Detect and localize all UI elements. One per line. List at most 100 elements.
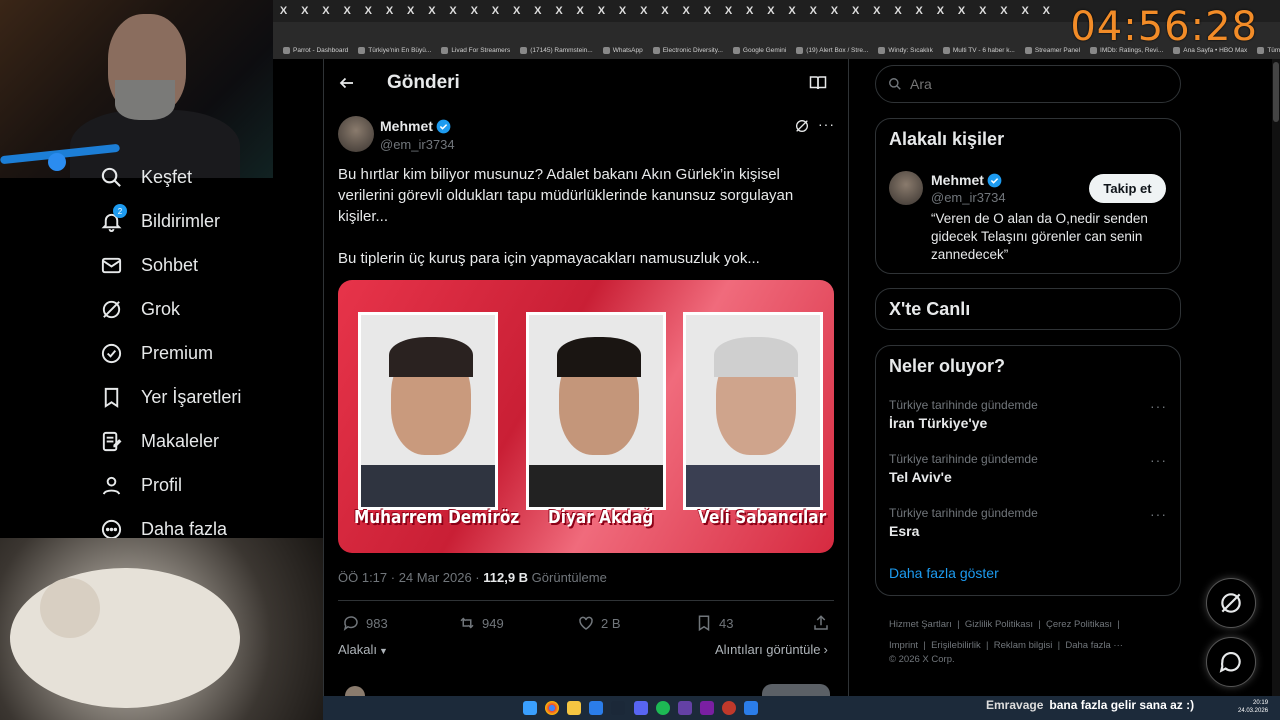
browser-tab[interactable]: X <box>760 0 781 22</box>
bookmark-item[interactable]: Tüm Yer İşaretleri <box>1257 47 1280 54</box>
bookmark-item[interactable]: (17145) Rammstein... <box>520 47 593 54</box>
nav-item-articles[interactable]: Makaleler <box>100 430 219 453</box>
browser-tab[interactable]: X <box>400 0 421 22</box>
search-input[interactable] <box>910 76 1150 92</box>
browser-tab[interactable]: X <box>930 0 951 22</box>
nav-item-profile[interactable]: Profil <box>100 474 182 497</box>
related-dropdown[interactable]: Alakalı ▼ <box>338 642 388 657</box>
browser-tab[interactable]: X <box>824 0 845 22</box>
nav-item-bookmarks[interactable]: Yer İşaretleri <box>100 386 241 409</box>
footer-link[interactable]: Erişilebilirlik <box>931 640 981 651</box>
app-icon[interactable] <box>700 701 714 715</box>
browser-tab[interactable]: X <box>633 0 654 22</box>
browser-tab[interactable]: X <box>315 0 336 22</box>
trend-item[interactable]: Türkiye tarihinde gündemde Esra <box>889 506 1038 539</box>
trend-more-icon[interactable]: ··· <box>1150 506 1167 522</box>
bookmark-item[interactable]: Parrot - Dashboard <box>283 47 348 54</box>
scrollbar-thumb[interactable] <box>1273 62 1279 122</box>
footer-link[interactable]: Hizmet Şartları <box>889 619 952 630</box>
browser-tab[interactable]: X <box>421 0 442 22</box>
bookmark-item[interactable]: Google Gemini <box>732 47 786 54</box>
browser-tab[interactable]: X <box>887 0 908 22</box>
chrome-icon[interactable] <box>545 701 559 715</box>
footer-link[interactable]: Gizlilik Politikası <box>965 619 1033 630</box>
windows-start-icon[interactable] <box>523 701 537 715</box>
folder-icon[interactable] <box>567 701 581 715</box>
browser-tab[interactable]: X <box>548 0 569 22</box>
trend-item[interactable]: Türkiye tarihinde gündemde Tel Aviv'e <box>889 452 1038 485</box>
search-bar[interactable] <box>875 65 1181 103</box>
footer-link[interactable]: Reklam bilgisi <box>994 640 1053 651</box>
like-button[interactable]: 2 B <box>577 614 621 632</box>
browser-tab[interactable]: X <box>718 0 739 22</box>
bookmark-item[interactable]: Electronic Diversity... <box>652 47 723 54</box>
browser-tab[interactable]: X <box>358 0 379 22</box>
browser-tab[interactable]: X <box>273 0 294 22</box>
browser-tab[interactable]: X <box>676 0 697 22</box>
browser-tab[interactable]: X <box>972 0 993 22</box>
nav-item-explore[interactable]: Keşfet <box>100 166 192 189</box>
more-options-icon[interactable]: ··· <box>818 116 835 132</box>
browser-tab[interactable]: X <box>506 0 527 22</box>
browser-tab[interactable]: X <box>612 0 633 22</box>
view-quotes-link[interactable]: Alıntıları görüntüle › <box>715 642 828 657</box>
discord-icon[interactable] <box>634 701 648 715</box>
trend-more-icon[interactable]: ··· <box>1150 398 1167 414</box>
footer-link[interactable]: Daha fazla ··· <box>1065 640 1123 651</box>
author-name-row[interactable]: Mehmet <box>380 118 451 134</box>
nav-item-notifications[interactable]: 2 Bildirimler <box>100 204 220 233</box>
browser-tab[interactable]: X <box>570 0 591 22</box>
browser-tab[interactable]: X <box>845 0 866 22</box>
back-button[interactable] <box>338 74 356 97</box>
trend-item[interactable]: Türkiye tarihinde gündemde İran Türkiye'… <box>889 398 1038 431</box>
footer-link[interactable]: Çerez Politikası <box>1046 619 1112 630</box>
avatar[interactable] <box>338 116 374 152</box>
browser-tab[interactable]: X <box>951 0 972 22</box>
share-button[interactable] <box>812 614 830 632</box>
grok-explain-button[interactable] <box>794 118 810 139</box>
browser-tab[interactable]: X <box>654 0 675 22</box>
related-name-row[interactable]: Mehmet <box>931 172 1002 188</box>
browser-tab[interactable]: X <box>697 0 718 22</box>
reply-button-partial[interactable] <box>762 684 830 696</box>
browser-tab[interactable]: X <box>337 0 358 22</box>
bookmark-item[interactable]: Türkiye'nin En Büyü... <box>358 47 431 54</box>
browser-tab[interactable]: X <box>739 0 760 22</box>
messages-fab[interactable] <box>1206 637 1256 687</box>
grok-fab[interactable] <box>1206 578 1256 628</box>
scrollbar-track[interactable] <box>1272 59 1280 696</box>
browser-tab[interactable]: X <box>379 0 400 22</box>
bookmark-button[interactable]: 43 <box>695 614 733 632</box>
repost-button[interactable]: 949 <box>458 614 504 632</box>
browser-tab[interactable]: X <box>527 0 548 22</box>
browser-tab[interactable]: X <box>803 0 824 22</box>
app-icon[interactable] <box>722 701 736 715</box>
bookmark-item[interactable]: Multi TV - 6 haber k... <box>942 47 1015 54</box>
avatar[interactable] <box>889 171 923 205</box>
reader-mode-button[interactable] <box>809 75 827 96</box>
browser-tab[interactable]: X <box>591 0 612 22</box>
footer-link[interactable]: Imprint <box>889 640 918 651</box>
browser-tab[interactable]: X <box>782 0 803 22</box>
system-clock[interactable]: 20:19 24.03.2026 <box>1238 699 1268 715</box>
bookmark-item[interactable]: Windy: Sıcaklık <box>878 47 933 54</box>
browser-tab[interactable]: X <box>1036 0 1057 22</box>
post-image[interactable]: Muharrem Demiröz Diyar Akdağ Veli Sabanc… <box>338 280 834 553</box>
app-icon[interactable] <box>744 701 758 715</box>
bookmark-item[interactable]: WhatsApp <box>602 47 643 54</box>
browser-tab[interactable]: X <box>866 0 887 22</box>
bookmark-item[interactable]: Livad For Streamers <box>441 47 510 54</box>
browser-tab[interactable]: X <box>993 0 1014 22</box>
trend-more-icon[interactable]: ··· <box>1150 452 1167 468</box>
browser-tab[interactable]: X <box>485 0 506 22</box>
bookmark-item[interactable]: (19) Alert Box / Stre... <box>796 47 868 54</box>
twitch-icon[interactable] <box>678 701 692 715</box>
show-more-link[interactable]: Daha fazla göster <box>889 565 999 581</box>
follow-button[interactable]: Takip et <box>1089 174 1166 203</box>
browser-tab[interactable]: X <box>1015 0 1036 22</box>
steam-icon[interactable] <box>611 701 625 715</box>
nav-item-messages[interactable]: Sohbet <box>100 254 198 277</box>
reply-button[interactable]: 983 <box>342 614 388 632</box>
browser-tab[interactable]: X <box>294 0 315 22</box>
browser-tab[interactable]: X <box>464 0 485 22</box>
